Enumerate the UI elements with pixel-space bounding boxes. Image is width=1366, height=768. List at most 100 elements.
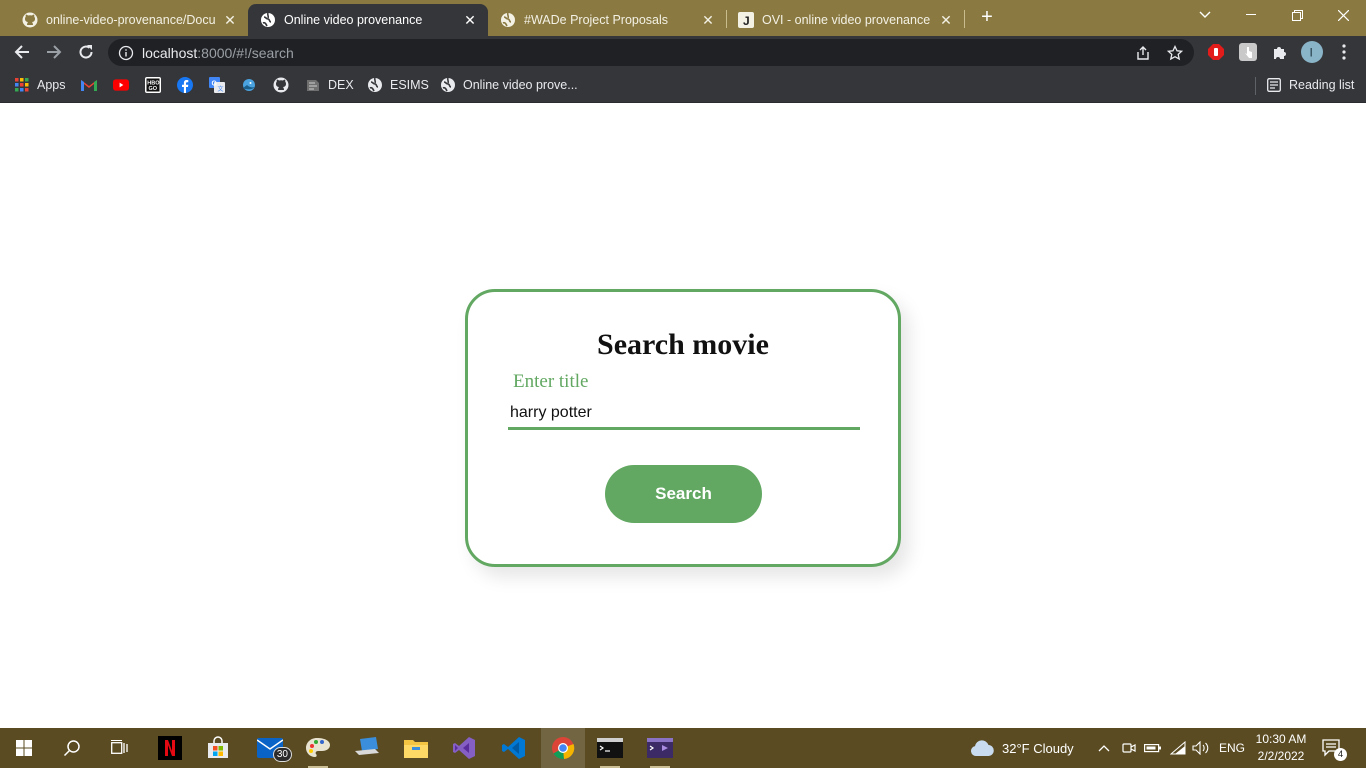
restore-icon — [1291, 9, 1303, 21]
page-title: Search movie — [597, 328, 769, 361]
browser-toolbar: localhost:8000/#!/search I — [0, 36, 1366, 68]
reload-icon — [79, 45, 93, 59]
profile-avatar[interactable]: I — [1300, 40, 1324, 64]
taskbar-clock[interactable]: 10:30 AM 2/2/2022 — [1250, 731, 1312, 765]
bookmark-esims[interactable]: ESIMS — [367, 75, 429, 95]
close-icon — [1337, 9, 1349, 21]
url-path: :8000/#!/search — [197, 44, 294, 61]
tab-github-docs[interactable]: online-video-provenance/Docum ✕ — [10, 4, 248, 36]
extensions-puzzle-icon[interactable] — [1268, 40, 1292, 64]
bookmark-online-video-provenance[interactable]: Online video prove... — [440, 75, 578, 95]
tab-title: OVI - online video provenance - · — [762, 13, 932, 27]
bookmark-bird[interactable] — [241, 75, 264, 95]
reading-list-button[interactable]: Reading list — [1266, 75, 1354, 95]
folder-icon — [404, 740, 428, 758]
github-icon — [273, 77, 289, 93]
bookmark-dex[interactable]: DEX — [305, 75, 354, 95]
show-hidden-icons-button[interactable] — [1098, 728, 1110, 768]
volume-tray-icon[interactable] — [1192, 728, 1210, 768]
battery-tray-icon[interactable] — [1144, 728, 1162, 768]
tab-title: Online video provenance — [284, 13, 423, 27]
bookmark-youtube[interactable] — [113, 75, 136, 95]
taskbar-mail[interactable]: 30 — [254, 732, 292, 764]
close-icon[interactable]: ✕ — [462, 12, 478, 28]
bookmark-hbo-go[interactable]: HBO GO — [145, 75, 168, 95]
url-text[interactable]: localhost:8000/#!/search — [142, 45, 294, 61]
taskbar-paint[interactable] — [302, 732, 334, 768]
svg-text:J: J — [743, 14, 750, 28]
title-search-input[interactable] — [508, 398, 860, 430]
new-tab-button[interactable]: + — [976, 6, 998, 28]
taskbar-vscode[interactable] — [498, 732, 530, 764]
bookmark-translate[interactable]: G文 — [209, 75, 232, 95]
github-icon — [22, 12, 38, 28]
mail-unread-badge: 30 — [272, 747, 292, 762]
facebook-icon — [177, 77, 193, 93]
chrome-icon — [552, 737, 575, 760]
url-host: localhost — [142, 44, 198, 61]
weather-text: 32°F Cloudy — [1002, 740, 1074, 756]
bookmark-gmail[interactable] — [81, 75, 104, 95]
bookmark-label: Online video prove... — [463, 78, 578, 92]
back-button[interactable] — [10, 40, 34, 64]
tab-wade-proposals[interactable]: #WADe Project Proposals ✕ — [488, 4, 726, 36]
reload-button[interactable] — [74, 40, 98, 64]
tab-separator — [964, 10, 965, 28]
bookmark-label: Apps — [37, 78, 66, 92]
minimize-icon — [1246, 14, 1256, 15]
close-icon[interactable]: ✕ — [938, 12, 954, 28]
taskbar-terminal[interactable] — [594, 732, 626, 768]
bookmark-github[interactable] — [273, 75, 296, 95]
tab-ovi[interactable]: J OVI - online video provenance - · ✕ — [726, 4, 964, 36]
wifi-icon — [1170, 741, 1186, 755]
close-icon[interactable]: ✕ — [222, 12, 238, 28]
bookmark-apps[interactable]: Apps — [14, 75, 66, 95]
taskbar-file-explorer[interactable] — [400, 732, 432, 764]
svg-text:文: 文 — [218, 85, 224, 93]
task-view-button[interactable] — [104, 732, 136, 764]
notification-center-button[interactable]: 4 — [1322, 728, 1347, 768]
info-icon[interactable] — [118, 45, 134, 61]
restore-button[interactable] — [1274, 0, 1320, 30]
chrome-menu-button[interactable] — [1332, 40, 1356, 64]
arrow-right-icon — [47, 45, 62, 59]
taskbar-store[interactable] — [202, 732, 234, 764]
close-window-button[interactable] — [1320, 0, 1366, 30]
dex-icon — [305, 77, 321, 93]
address-bar[interactable]: localhost:8000/#!/search — [108, 39, 1194, 66]
close-icon[interactable]: ✕ — [700, 12, 716, 28]
reading-list-icon — [1266, 77, 1282, 93]
bookmark-facebook[interactable] — [177, 75, 200, 95]
chevron-down-icon — [1199, 11, 1211, 18]
task-view-icon — [111, 740, 128, 754]
taskbar-chrome[interactable] — [541, 728, 585, 768]
share-icon[interactable] — [1134, 44, 1152, 62]
bookmarks-bar: Apps HBO GO G文 DEX ESIMS Online video pr… — [0, 68, 1366, 103]
bird-icon — [241, 77, 257, 93]
globe-icon — [500, 12, 516, 28]
start-button[interactable] — [8, 732, 40, 764]
taskbar-netflix[interactable] — [154, 732, 186, 764]
taskbar-vs-developer-prompt[interactable] — [644, 732, 676, 768]
extension-touch-icon[interactable] — [1236, 40, 1260, 64]
notification-count-badge: 4 — [1334, 748, 1347, 761]
language-indicator[interactable]: ENG — [1219, 728, 1245, 768]
search-taskbar-button[interactable] — [56, 732, 88, 764]
laptop-connect-icon — [355, 737, 379, 755]
minimize-button[interactable] — [1228, 0, 1274, 30]
cloudy-weather-icon — [971, 740, 994, 756]
bookmark-star-icon[interactable] — [1166, 44, 1184, 62]
weather-widget[interactable]: 32°F Cloudy — [970, 728, 1074, 768]
vscode-icon — [502, 737, 525, 759]
terminal-icon — [597, 738, 623, 758]
globe-icon — [367, 77, 383, 93]
tab-online-video-provenance[interactable]: Online video provenance ✕ — [248, 4, 488, 36]
tab-search-button[interactable] — [1182, 0, 1228, 30]
meet-now-tray-icon[interactable] — [1122, 728, 1136, 768]
adblock-extension-icon[interactable] — [1204, 40, 1228, 64]
taskbar-connect[interactable] — [352, 732, 384, 764]
taskbar-visual-studio[interactable] — [448, 732, 480, 764]
search-button[interactable]: Search — [605, 465, 762, 523]
network-tray-icon[interactable] — [1170, 728, 1186, 768]
forward-button[interactable] — [42, 40, 66, 64]
